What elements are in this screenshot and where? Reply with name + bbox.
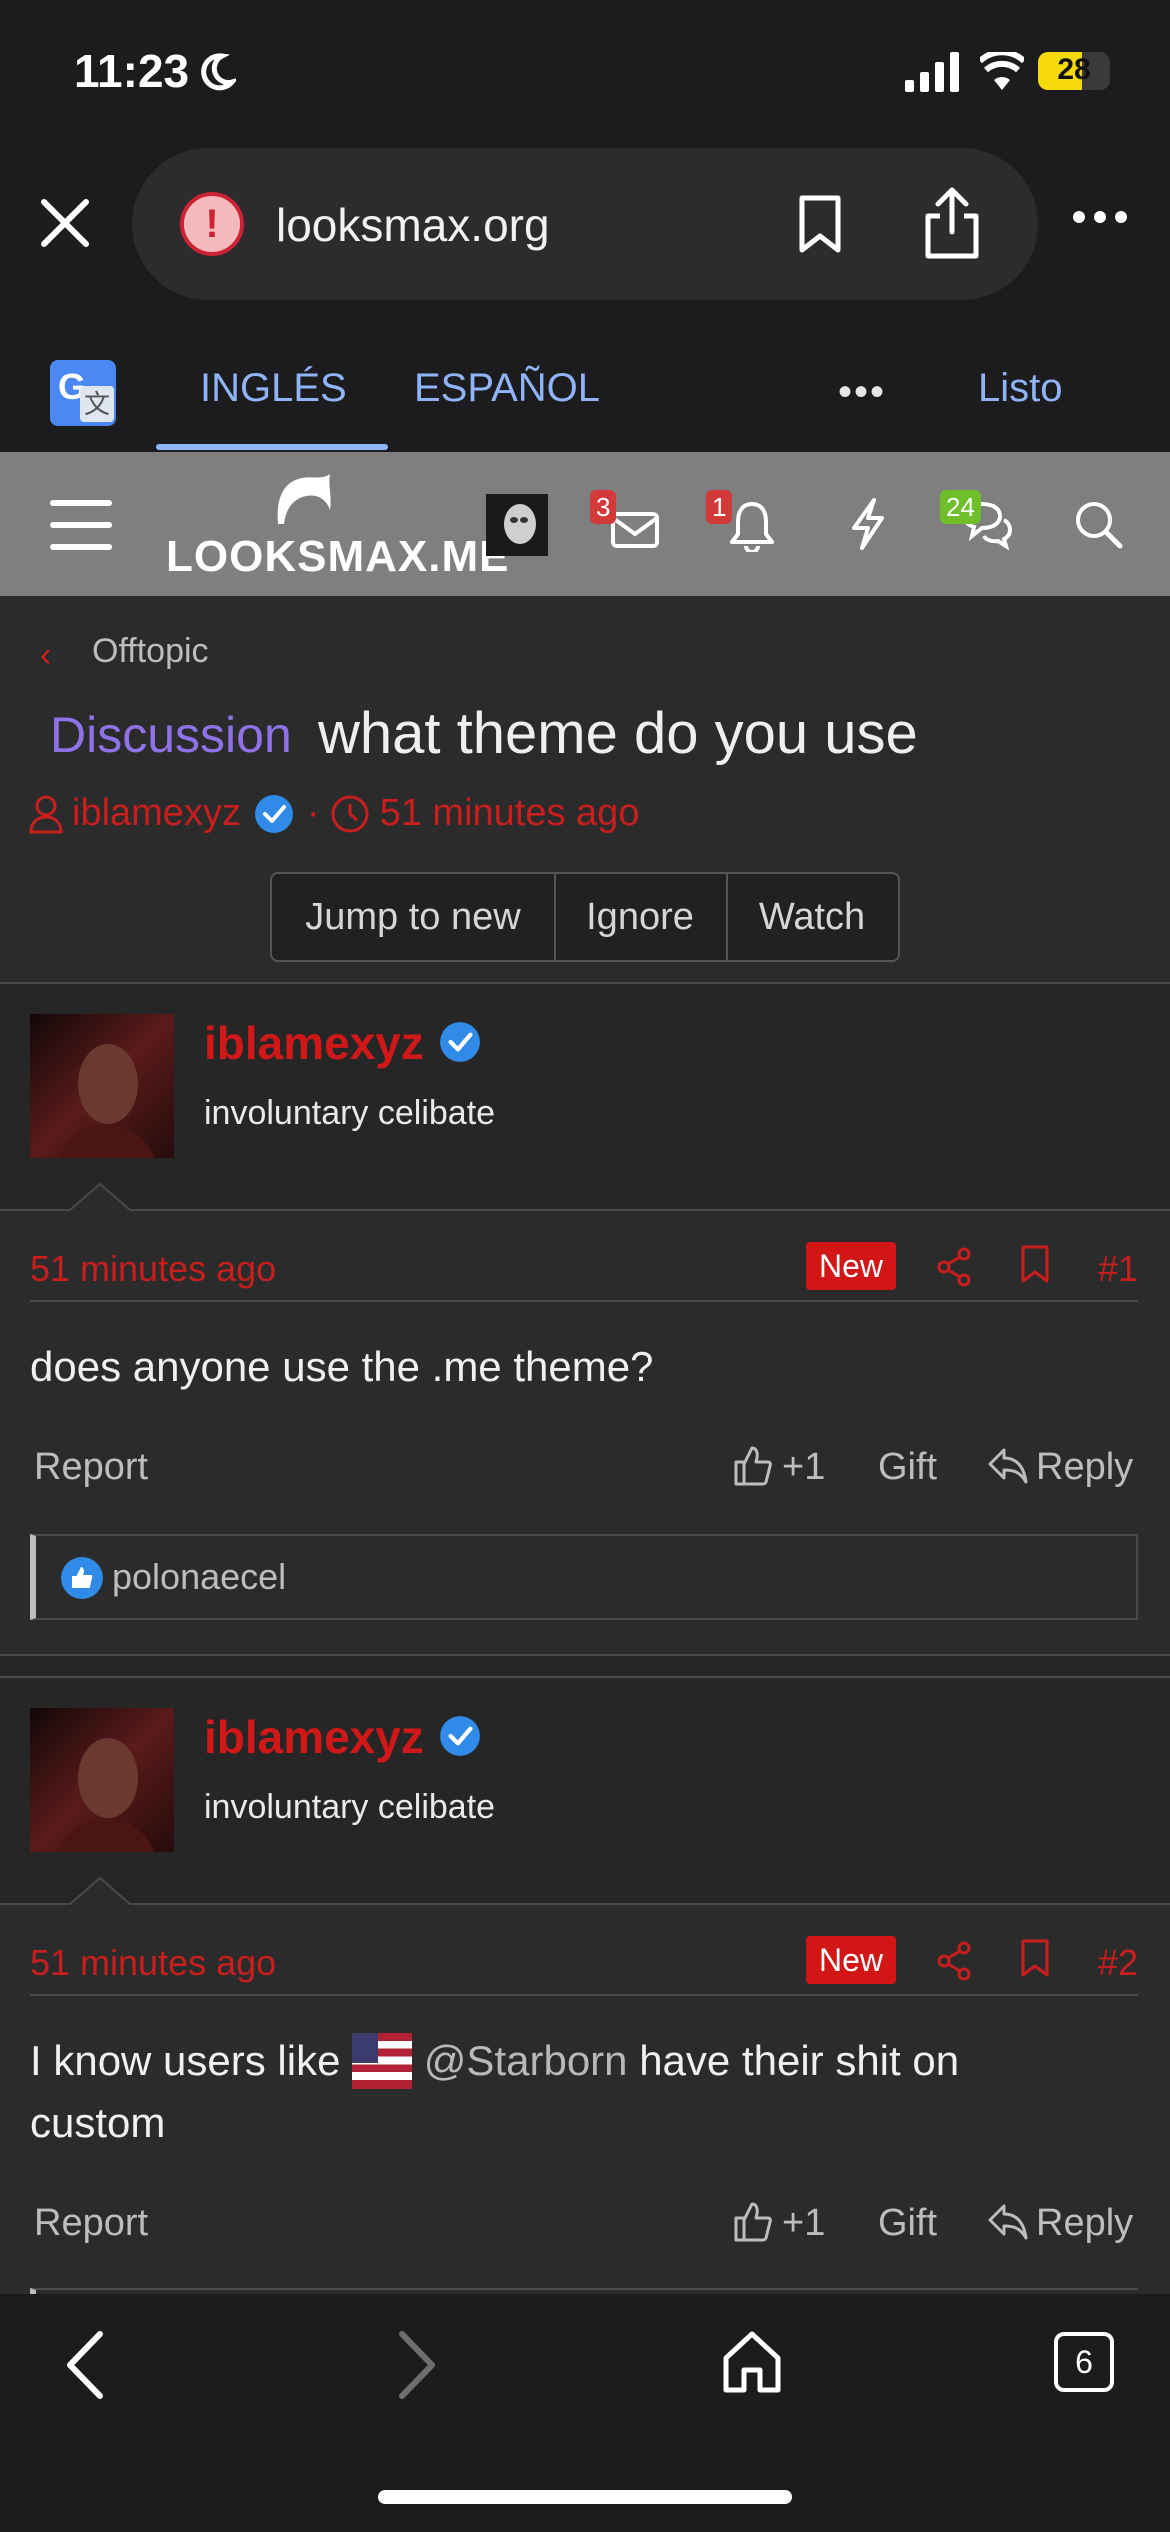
post-username[interactable]: iblamexyz (204, 1016, 424, 1070)
menu-icon[interactable] (50, 498, 112, 552)
avatar[interactable] (30, 1014, 174, 1158)
post-time[interactable]: 51 minutes ago (30, 1248, 276, 1290)
clock-icon (331, 795, 369, 832)
home-indicator (378, 2490, 792, 2504)
translate-done-button[interactable]: Listo (978, 366, 1063, 411)
ignore-button[interactable]: Ignore (554, 874, 728, 960)
logo-hair-icon (277, 474, 331, 524)
gift-button[interactable]: Gift (878, 1446, 937, 1489)
user-title: involuntary celibate (204, 1094, 496, 1132)
security-warning-icon[interactable]: ! (180, 192, 244, 256)
thread-start-time[interactable]: 51 minutes ago (380, 792, 640, 835)
avatar[interactable] (30, 1708, 174, 1852)
verified-icon (440, 1022, 480, 1062)
post-body-text: have their shit on (639, 2037, 960, 2084)
battery-indicator: 28 (1038, 52, 1110, 90)
translate-tab-source[interactable]: INGLÉS (200, 366, 347, 411)
reply-icon[interactable] (986, 1446, 1028, 1484)
reacted-user[interactable]: polonaecel (112, 1556, 286, 1598)
wifi-icon (980, 52, 1024, 90)
post-arrow (0, 1182, 1170, 1211)
post-username[interactable]: iblamexyz (204, 1710, 424, 1764)
battery-level: 28 (1057, 53, 1091, 86)
inbox-badge: 3 (590, 490, 617, 524)
home-icon[interactable] (722, 2330, 782, 2394)
alerts-badge: 1 (706, 490, 733, 524)
thumbs-up-icon[interactable] (732, 2200, 772, 2242)
inbox-icon[interactable] (610, 496, 660, 552)
chats-badge: 24 (940, 490, 981, 524)
meta-separator: · (306, 792, 320, 834)
status-time: 11:23 (74, 45, 190, 97)
reactions-bar[interactable]: polonaecel (30, 1534, 1138, 1620)
thread-actions: Jump to new Ignore Watch (270, 872, 900, 962)
report-button[interactable]: Report (34, 2202, 148, 2245)
close-icon[interactable] (38, 196, 92, 250)
share-icon[interactable] (922, 186, 982, 260)
divider (30, 1994, 1138, 1996)
bookmark-post-icon[interactable] (1020, 1938, 1050, 1978)
post-body: I know users like @Starborn have their s… (30, 2030, 1140, 2154)
post-user-header (0, 984, 1170, 1210)
thread-meta: iblamexyz · 51 minutes ago (28, 792, 639, 835)
back-icon[interactable] (62, 2330, 106, 2400)
search-icon[interactable] (1074, 496, 1124, 552)
reply-button[interactable]: Reply (1036, 1446, 1133, 1489)
thread-author[interactable]: iblamexyz (72, 792, 241, 835)
divider (30, 1300, 1138, 1302)
page-title: what theme do you use (318, 701, 918, 766)
bookmark-post-icon[interactable] (1020, 1244, 1050, 1284)
chevron-left-icon[interactable]: ‹ (40, 636, 51, 675)
post-time[interactable]: 51 minutes ago (30, 1942, 276, 1984)
verified-icon (254, 794, 293, 833)
url-text[interactable]: looksmax.org (276, 198, 550, 252)
google-translate-icon: G 文 (50, 360, 116, 426)
reply-icon[interactable] (986, 2202, 1028, 2240)
post-number[interactable]: #2 (1098, 1942, 1138, 1984)
site-logo[interactable]: LOOKSMAX.ME (166, 532, 509, 582)
post-body: does anyone use the .me theme? (30, 1343, 654, 1390)
post-user-header (0, 1678, 1170, 1904)
like-reaction-icon (61, 1557, 103, 1599)
user-mention[interactable]: @Starborn (424, 2037, 628, 2084)
new-badge: New (806, 1936, 896, 1984)
moon-icon (201, 53, 236, 91)
thumbs-up-icon[interactable] (732, 1444, 772, 1486)
user-avatar[interactable] (486, 494, 548, 556)
address-bar[interactable] (132, 148, 1038, 300)
post-separator (0, 1654, 1170, 1678)
post-body-text: I know users like (30, 2037, 341, 2084)
jump-to-new-button[interactable]: Jump to new (272, 874, 556, 960)
report-button[interactable]: Report (34, 1446, 148, 1489)
post-arrow (0, 1876, 1170, 1905)
watch-button[interactable]: Watch (726, 874, 898, 960)
cellular-signal-icon (905, 52, 959, 92)
share-post-icon[interactable] (934, 1246, 974, 1288)
forward-icon[interactable] (396, 2330, 440, 2400)
selected-tab-indicator (156, 444, 388, 450)
verified-icon (440, 1716, 480, 1756)
user-title: involuntary celibate (204, 1788, 496, 1826)
user-icon (29, 795, 63, 833)
tabs-count-button[interactable]: 6 (1054, 2332, 1114, 2392)
breadcrumb[interactable]: Offtopic (92, 632, 209, 671)
reply-button[interactable]: Reply (1036, 2202, 1133, 2245)
mention-avatar (352, 2033, 413, 2089)
translate-more-icon[interactable]: ••• (838, 370, 886, 415)
gift-button[interactable]: Gift (878, 2202, 937, 2245)
new-badge: New (806, 1242, 896, 1290)
share-post-icon[interactable] (934, 1940, 974, 1982)
like-button[interactable]: +1 (782, 1446, 825, 1489)
post-body-text: custom (30, 2099, 166, 2146)
post-number[interactable]: #1 (1098, 1248, 1138, 1290)
like-button[interactable]: +1 (782, 2202, 825, 2245)
lightning-icon[interactable] (848, 496, 888, 552)
bookmark-icon[interactable] (796, 194, 844, 254)
translate-tab-target[interactable]: ESPAÑOL (414, 366, 600, 411)
bell-icon[interactable] (728, 496, 776, 552)
thread-prefix[interactable]: Discussion (50, 706, 292, 764)
more-options-icon[interactable] (1072, 210, 1128, 224)
